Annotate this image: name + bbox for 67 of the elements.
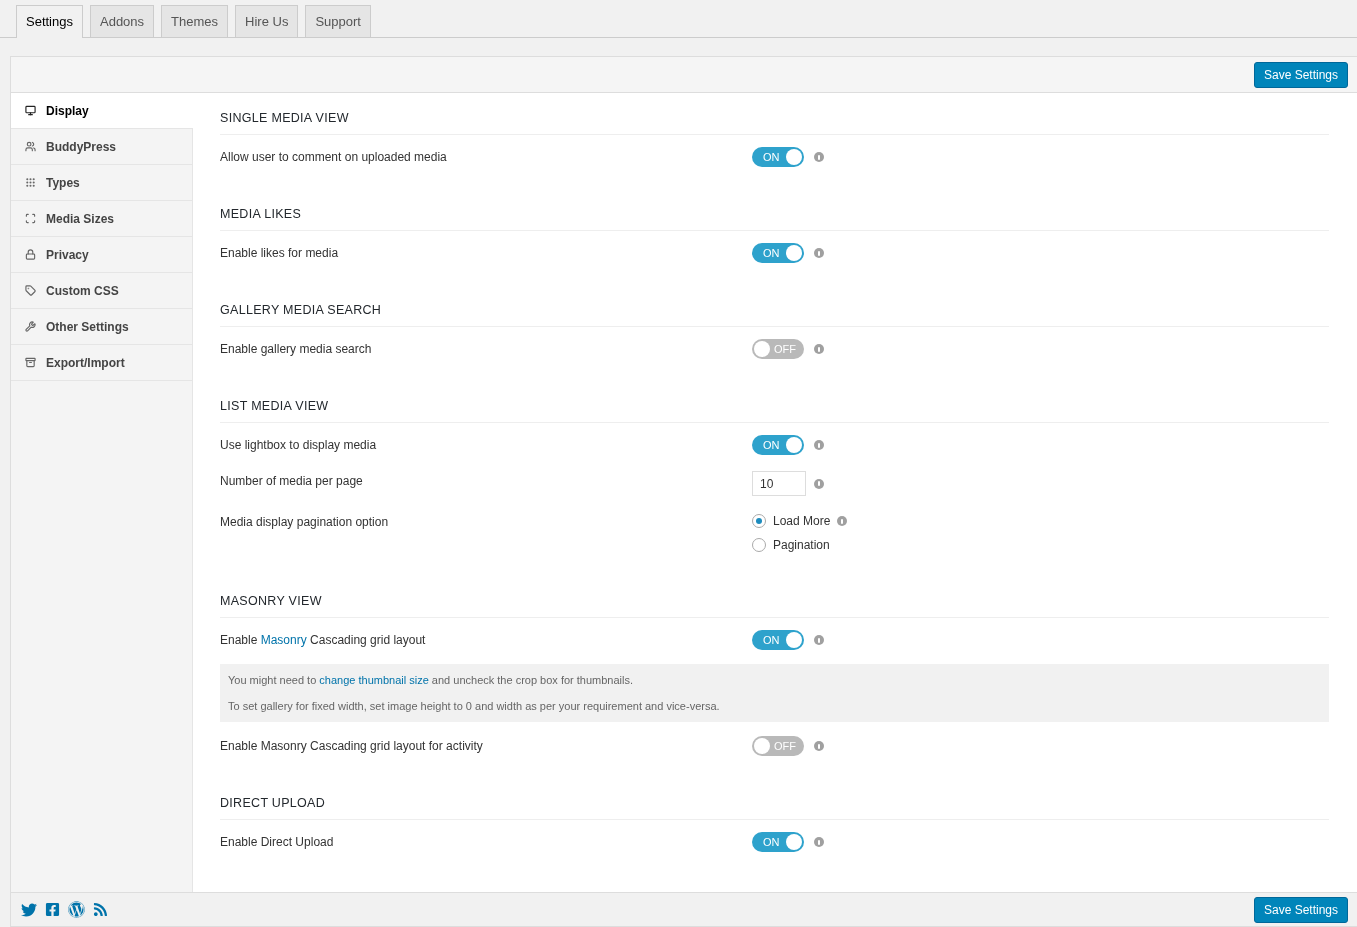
tab[interactable]: Hire Us	[235, 5, 299, 37]
bird-icon[interactable]	[21, 901, 37, 918]
info-icon[interactable]	[814, 152, 824, 162]
wrench-icon	[25, 321, 36, 332]
link[interactable]: change thumbnail size	[319, 674, 429, 686]
tab[interactable]: Support	[305, 5, 371, 37]
setting-label: Use lightbox to display media	[220, 437, 378, 454]
radio-button[interactable]	[752, 514, 766, 528]
section-heading: SINGLE MEDIA VIEW	[220, 103, 1329, 135]
setting-label: Enable Masonry Cascading grid layout	[220, 632, 427, 649]
link[interactable]: Masonry	[260, 633, 307, 647]
tag-icon	[25, 285, 36, 296]
notice-text: You might need to change thumbnail size and uncheck the crop box for thumbnails.	[228, 673, 635, 688]
toggle-knob	[786, 632, 802, 648]
notice-text: To set gallery for fixed width, set image height to 0 and width as per your requirement and vice-versa.	[228, 699, 721, 714]
tab[interactable]: Addons	[90, 5, 155, 37]
people-icon	[25, 141, 36, 152]
info-icon[interactable]	[837, 516, 848, 526]
setting-label: Allow user to comment on uploaded media	[220, 149, 448, 166]
info-icon[interactable]	[814, 440, 824, 450]
sidebar-item[interactable]: Privacy	[11, 237, 192, 273]
tab[interactable]: Settings	[16, 5, 83, 38]
info-icon[interactable]	[814, 344, 824, 354]
setting-label: Media display pagination option	[220, 514, 390, 531]
save-button[interactable]: Save Settings	[1253, 896, 1348, 923]
sidebar-item[interactable]: Custom CSS	[11, 273, 192, 309]
lock-icon	[25, 249, 36, 260]
sidebar-item[interactable]: Media Sizes	[11, 201, 192, 237]
section-heading: MEDIA LIKES	[220, 199, 1329, 231]
setting-label: Enable gallery media search	[220, 341, 373, 358]
toggle-knob	[754, 341, 770, 357]
toggle-knob	[786, 834, 802, 850]
toggle-knob	[786, 149, 802, 165]
info-icon[interactable]	[814, 635, 824, 645]
section-heading: MASONRY VIEW	[220, 586, 1329, 618]
setting-label: Enable Masonry Cascading grid layout for activity	[220, 738, 484, 755]
radio-button[interactable]	[752, 538, 766, 552]
section-heading: LIST MEDIA VIEW	[220, 391, 1329, 423]
tab[interactable]: Themes	[161, 5, 229, 37]
section-heading: GALLERY MEDIA SEARCH	[220, 295, 1329, 327]
info-icon[interactable]	[814, 478, 824, 489]
grid-icon	[25, 177, 36, 188]
radio-label: Load More	[773, 513, 831, 530]
f-logo-icon[interactable]	[45, 902, 60, 917]
radio-label: Pagination	[773, 537, 830, 554]
setting-label: Enable Direct Upload	[220, 834, 335, 851]
setting-label: Number of media per page	[220, 473, 364, 490]
info-icon[interactable]	[814, 837, 824, 847]
sidebar-item[interactable]: Types	[11, 165, 192, 201]
number-field[interactable]: 10	[752, 471, 806, 496]
sidebar-item[interactable]: Export/Import	[11, 345, 192, 381]
w-logo-icon[interactable]	[68, 901, 85, 918]
sidebar-item[interactable]: Display	[11, 93, 193, 129]
toggle-knob	[754, 738, 770, 754]
toggle-knob	[786, 437, 802, 453]
resize-icon	[25, 213, 36, 224]
sidebar-item[interactable]: BuddyPress	[11, 129, 192, 165]
rss-icon[interactable]	[93, 902, 108, 917]
sidebar-item[interactable]: Other Settings	[11, 309, 192, 345]
info-icon[interactable]	[814, 248, 824, 258]
info-icon[interactable]	[814, 741, 824, 751]
save-button[interactable]: Save Settings	[1253, 61, 1348, 88]
toggle-knob	[786, 245, 802, 261]
section-heading: DIRECT UPLOAD	[220, 788, 1329, 820]
archive-icon	[25, 357, 36, 368]
monitor-icon	[25, 105, 36, 116]
setting-label: Enable likes for media	[220, 245, 340, 262]
